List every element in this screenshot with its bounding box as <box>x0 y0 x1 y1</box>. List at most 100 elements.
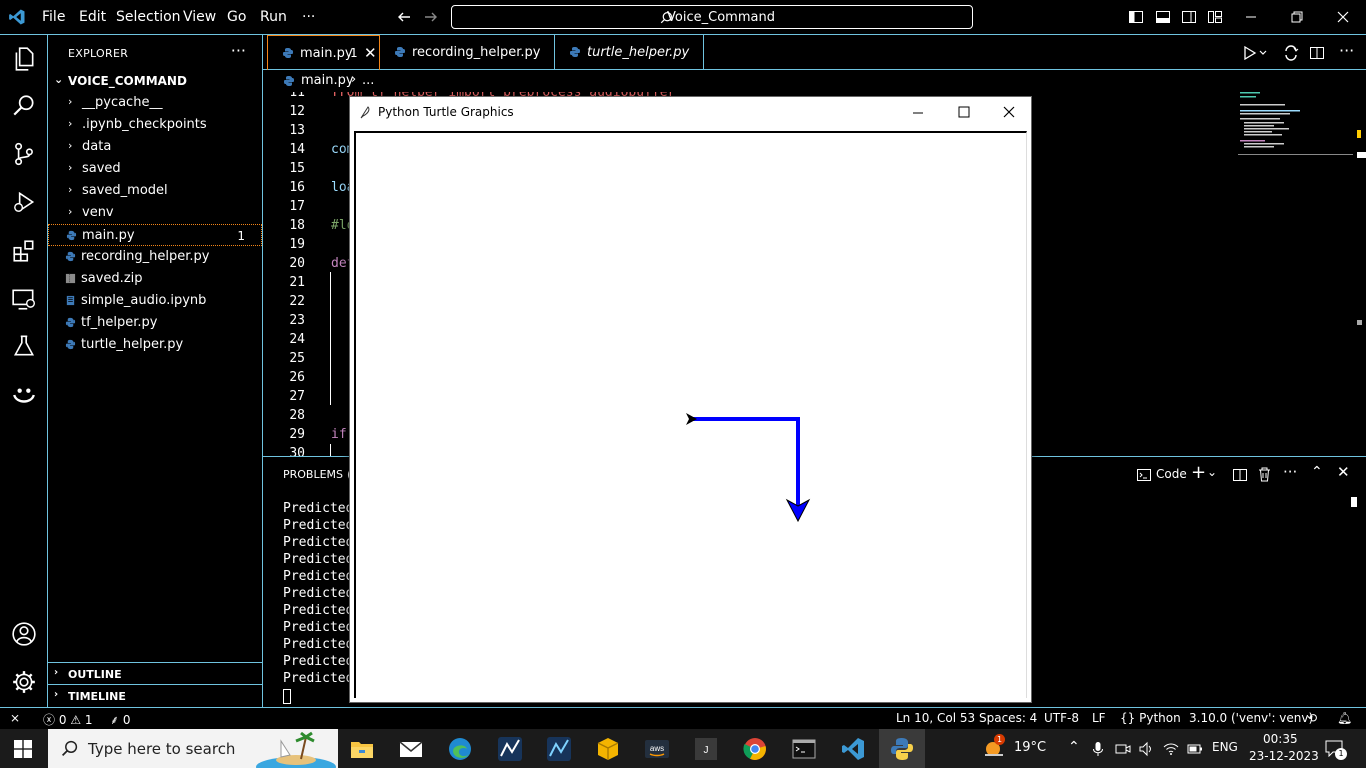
outline-section[interactable]: › OUTLINE <box>48 662 262 684</box>
tree-file[interactable]: simple_audio.ipynb <box>48 290 262 312</box>
windows-start-icon[interactable] <box>14 740 32 758</box>
back-arrow-icon[interactable] <box>396 9 412 25</box>
python-taskbar-icon[interactable] <box>889 736 915 762</box>
tab-turtle-helper[interactable]: turtle_helper.py <box>555 35 704 70</box>
ports-status[interactable]: ⸙ 0 <box>110 711 130 728</box>
aws-icon[interactable]: aws <box>644 736 670 762</box>
tree-file[interactable]: saved.zip <box>48 268 262 290</box>
weather-temp[interactable]: 19°C <box>1014 740 1046 755</box>
more-actions-icon[interactable]: ··· <box>1339 41 1354 60</box>
new-terminal-icon[interactable]: + <box>1191 462 1206 483</box>
turtle-graphics-window[interactable]: Python Turtle Graphics <box>349 96 1032 703</box>
run-python-file-icon[interactable] <box>1243 46 1269 60</box>
tree-file[interactable]: tf_helper.py <box>48 312 262 334</box>
toggle-primary-sidebar-icon[interactable] <box>1128 9 1144 25</box>
input-language[interactable]: ENG <box>1212 740 1238 754</box>
app-chart-icon[interactable] <box>546 736 572 762</box>
tree-folder[interactable]: › __pycache__ <box>48 92 262 114</box>
toggle-secondary-sidebar-icon[interactable] <box>1181 9 1197 25</box>
scroll-thumb[interactable] <box>1357 152 1366 158</box>
menu-edit[interactable]: Edit <box>79 9 106 25</box>
maximize-panel-icon[interactable]: ⌃ <box>1311 464 1323 480</box>
menu-view[interactable]: View <box>183 9 216 25</box>
split-editor-icon[interactable] <box>1309 45 1325 61</box>
account-icon[interactable] <box>11 621 37 647</box>
python-interpreter[interactable]: 3.10.0 ('venv': venv) <box>1189 711 1313 725</box>
tab-problems[interactable]: PROBLEMS <box>283 468 343 481</box>
restore-icon[interactable] <box>1289 9 1305 25</box>
timeline-section[interactable]: › TIMELINE <box>48 684 262 706</box>
maximize-icon[interactable] <box>957 105 971 119</box>
settings-gear-icon[interactable] <box>11 669 37 695</box>
customize-layout-icon[interactable] <box>1207 9 1223 25</box>
speaker-icon[interactable] <box>1138 741 1154 757</box>
menu-more[interactable]: ··· <box>302 9 315 25</box>
clock-date[interactable]: 23-12-2023 <box>1249 749 1319 763</box>
wifi-icon[interactable] <box>1163 741 1179 757</box>
menu-go[interactable]: Go <box>227 9 246 25</box>
show-hidden-icons-icon[interactable]: ⌃ <box>1068 739 1080 755</box>
end-of-line[interactable]: LF <box>1092 711 1106 725</box>
tree-file[interactable]: recording_helper.py <box>48 246 262 268</box>
language-mode[interactable]: {} Python <box>1120 711 1181 725</box>
problems-status[interactable]: ⓧ 0 ⚠ 1 <box>43 711 93 728</box>
menu-run[interactable]: Run <box>260 9 287 25</box>
compare-changes-icon[interactable] <box>1283 45 1299 61</box>
explorer-more-actions[interactable]: ··· <box>231 41 246 60</box>
vscode-taskbar-icon[interactable] <box>840 736 866 762</box>
indentation[interactable]: Spaces: 4 <box>979 711 1037 725</box>
extensions-icon[interactable] <box>11 238 37 264</box>
trash-icon[interactable] <box>1258 467 1271 482</box>
battery-icon[interactable] <box>1187 741 1203 757</box>
breadcrumb-symbol[interactable]: ... <box>362 73 374 88</box>
command-center-search[interactable]: Voice_Command <box>451 5 973 29</box>
terminal-app-icon[interactable] <box>791 736 817 762</box>
source-control-icon[interactable] <box>11 141 37 167</box>
taskbar-search-box[interactable]: Type here to search <box>48 729 338 768</box>
chevron-down-icon[interactable]: ⌄ <box>1207 465 1217 479</box>
remote-explorer-icon[interactable] <box>11 286 37 312</box>
turtle-canvas[interactable] <box>354 131 1027 698</box>
copilot-smile-icon[interactable] <box>11 382 37 408</box>
tree-folder[interactable]: › saved_model <box>48 180 262 202</box>
tree-file-main[interactable]: main.py 1 <box>48 224 262 246</box>
search-icon[interactable] <box>11 93 37 119</box>
file-explorer-icon[interactable] <box>349 736 375 762</box>
run-debug-icon[interactable] <box>11 189 37 215</box>
breadcrumb-file[interactable]: main.py <box>301 73 354 88</box>
turtle-window-titlebar[interactable]: Python Turtle Graphics <box>350 97 1031 129</box>
tree-file[interactable]: turtle_helper.py <box>48 334 262 356</box>
close-window-icon[interactable] <box>1002 105 1016 119</box>
folder-root[interactable]: ⌄ VOICE_COMMAND <box>48 70 262 92</box>
tree-folder[interactable]: › data <box>48 136 262 158</box>
terminal-shell-label[interactable]: Code <box>1156 467 1187 481</box>
testing-flask-icon[interactable] <box>11 333 37 359</box>
edge-browser-icon[interactable] <box>447 736 473 762</box>
live-share-icon[interactable]: ⟲ <box>1307 711 1317 725</box>
explorer-files-icon[interactable] <box>11 46 37 72</box>
clock-time[interactable]: 00:35 <box>1263 732 1298 746</box>
close-window-icon[interactable] <box>1335 9 1351 25</box>
notifications-bell-icon[interactable]: 🔔︎ <box>1337 711 1352 725</box>
minimap[interactable] <box>1238 92 1358 162</box>
close-tab-icon[interactable]: ✕ <box>364 44 377 62</box>
jetbrains-icon[interactable]: J <box>693 736 719 762</box>
tab-recording-helper[interactable]: recording_helper.py <box>380 35 555 70</box>
toggle-panel-icon[interactable] <box>1155 9 1171 25</box>
chrome-icon[interactable] <box>742 736 768 762</box>
terminal-scrollbar[interactable] <box>1351 497 1357 507</box>
mail-icon[interactable] <box>398 736 424 762</box>
tree-folder[interactable]: › saved <box>48 158 262 180</box>
microphone-icon[interactable] <box>1092 741 1104 757</box>
app-chart-icon[interactable] <box>497 736 523 762</box>
more-actions-icon[interactable]: ··· <box>1283 463 1297 481</box>
split-terminal-icon[interactable] <box>1233 468 1247 482</box>
tree-folder[interactable]: › .ipynb_checkpoints <box>48 114 262 136</box>
encoding[interactable]: UTF-8 <box>1044 711 1079 725</box>
minimize-icon[interactable] <box>1243 9 1259 25</box>
menu-file[interactable]: File <box>42 9 65 25</box>
camera-icon[interactable] <box>1115 741 1131 757</box>
vscode-logo-icon[interactable] <box>8 8 26 26</box>
tab-main-py[interactable]: main.py 1 ✕ <box>267 35 380 70</box>
package-box-icon[interactable] <box>595 736 621 762</box>
